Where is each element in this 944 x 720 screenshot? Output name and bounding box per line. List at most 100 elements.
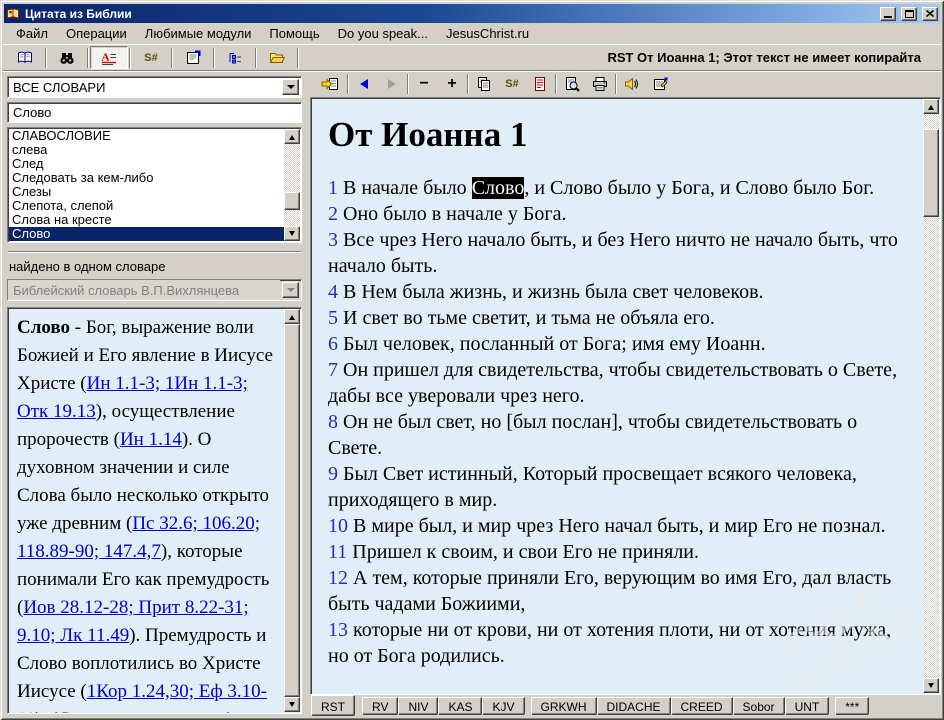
commentary-button[interactable] <box>526 73 554 96</box>
scroll-down-button[interactable] <box>284 697 300 712</box>
print-button[interactable] <box>586 73 614 96</box>
dictionary-a-icon: A <box>101 50 117 66</box>
toolbar-separator <box>213 48 215 68</box>
verse-5: 5 И свет во тьме светит, и тьма не объял… <box>328 305 909 331</box>
tab-didache[interactable]: DIDACHE <box>597 697 671 715</box>
maximize-button[interactable] <box>901 7 917 21</box>
word-list-item[interactable]: слева <box>9 143 284 157</box>
minimize-button[interactable] <box>880 7 896 21</box>
word-list-scrollbar[interactable] <box>284 129 300 241</box>
plus-icon: + <box>447 76 456 92</box>
bible-scrollbar[interactable] <box>923 99 939 693</box>
tab-rv[interactable]: RV <box>362 697 398 715</box>
word-list-item[interactable]: Слезы <box>9 185 284 199</box>
increase-font-button[interactable]: + <box>438 73 466 96</box>
window-title: Цитата из Библии <box>23 7 875 21</box>
menu-item-1[interactable]: Файл <box>7 24 57 44</box>
open-module-button[interactable] <box>258 46 296 69</box>
word-list-box: СЛАВОСЛОВИЕслеваСледСледовать за кем-либ… <box>7 127 302 243</box>
decrease-font-button[interactable]: − <box>410 73 438 96</box>
verse-4: 4 В Нем была жизнь, и жизнь была свет че… <box>328 279 909 305</box>
bible-panel: − + S# <box>310 71 941 717</box>
source-dictionary-select[interactable]: Библейский словарь В.П.Вихлянцева <box>7 279 302 301</box>
menu-item-4[interactable]: Помощь <box>260 24 328 44</box>
word-list-item[interactable]: СЛАВОСЛОВИЕ <box>9 129 284 143</box>
scroll-down-button[interactable] <box>284 226 300 241</box>
word-list-item[interactable]: Слово <box>9 227 284 241</box>
print-preview-button[interactable] <box>558 73 586 96</box>
tab-creed[interactable]: CREED <box>671 697 733 715</box>
app-window: Цитата из Библии ФайлОперацииЛюбимые мод… <box>0 0 944 720</box>
properties-button[interactable] <box>646 73 674 96</box>
symphony-button[interactable] <box>174 46 212 69</box>
copy-pages-icon <box>476 76 492 92</box>
verse-7: 7 Он пришел для свидетельства, чтобы сви… <box>328 357 909 409</box>
strong-numbers-button[interactable]: S# <box>132 46 170 69</box>
dictionary-select-dropdown-button[interactable] <box>282 79 299 95</box>
strong-numbers-toggle-button[interactable]: S# <box>498 73 526 96</box>
word-search-input[interactable] <box>8 103 301 122</box>
toolbar-separator <box>407 74 409 94</box>
scroll-down-button[interactable] <box>923 678 939 693</box>
source-dictionary-dropdown-button[interactable] <box>282 282 299 298</box>
article-scrollbar[interactable] <box>284 309 300 712</box>
menu-item-5[interactable]: Do you speak... <box>329 24 437 44</box>
tab-grkwh[interactable]: GRKWH <box>531 697 597 715</box>
chevron-down-icon <box>287 288 295 296</box>
article-reference-link[interactable]: Ин 1.14 <box>120 429 182 450</box>
found-in-dictionaries-label: найдено в одном словаре <box>9 259 302 274</box>
scroll-up-button[interactable] <box>284 129 300 144</box>
word-list-item[interactable]: След <box>9 157 284 171</box>
verse-9: 9 Был Свет истинный, Который просвещает … <box>328 461 909 513</box>
close-button[interactable] <box>922 7 938 21</box>
search-button[interactable] <box>48 46 86 69</box>
menu-item-2[interactable]: Операции <box>57 24 136 44</box>
verse-12: 12 А тем, которые приняли Его, верующим … <box>328 565 909 617</box>
chapter-title: От Иоанна 1 <box>328 115 909 155</box>
goto-reference-button[interactable] <box>314 73 346 96</box>
dictionary-button[interactable]: A <box>90 46 128 69</box>
verse-number: 11 <box>328 541 347 563</box>
reference-status-text: RST От Иоанна 1; Этот текст не имеет коп… <box>300 45 941 70</box>
tab-unt[interactable]: UNT <box>785 697 830 715</box>
verse-number: 4 <box>328 281 338 303</box>
menu-item-3[interactable]: Любимые модули <box>136 24 261 44</box>
scroll-up-button[interactable] <box>923 99 939 114</box>
separator-line <box>8 251 301 253</box>
scrollbar-thumb[interactable] <box>284 324 300 697</box>
arrow-up-icon <box>928 102 934 110</box>
verse-number: 3 <box>328 229 338 251</box>
word-list: СЛАВОСЛОВИЕслеваСледСледовать за кем-либ… <box>9 129 284 241</box>
dictionary-select[interactable]: ВСЕ СЛОВАРИ <box>7 76 302 98</box>
word-list-item[interactable]: Слепота, слепой <box>9 199 284 213</box>
bible-toolbar: − + S# <box>310 71 941 97</box>
scroll-up-button[interactable] <box>284 309 300 324</box>
toolbar-separator <box>87 48 89 68</box>
scrollbar-thumb[interactable] <box>923 129 939 217</box>
back-button[interactable] <box>350 73 378 96</box>
tab-kjv[interactable]: KJV <box>482 697 524 715</box>
word-list-item[interactable]: Слова на кресте <box>9 213 284 227</box>
word-list-item[interactable]: Следовать за кем-либо <box>9 171 284 185</box>
minimize-icon <box>884 16 892 18</box>
printer-icon <box>592 76 608 92</box>
toolbar-separator <box>555 74 557 94</box>
tab-kas[interactable]: KAS <box>438 697 482 715</box>
bible-window-button[interactable] <box>6 46 44 69</box>
title-bar[interactable]: Цитата из Библии <box>4 4 940 23</box>
menu-bar: ФайлОперацииЛюбимые модулиПомощьDo you s… <box>3 24 941 45</box>
forward-button[interactable] <box>378 73 406 96</box>
tab-sobor[interactable]: Sobor <box>733 697 785 715</box>
menu-item-6[interactable]: JesusChrist.ru <box>437 24 538 44</box>
arrow-down-icon <box>928 683 934 691</box>
tab-niv[interactable]: NIV <box>398 697 438 715</box>
tab-stars[interactable]: *** <box>835 697 869 715</box>
document-form-icon <box>185 50 201 66</box>
copy-button[interactable] <box>470 73 498 96</box>
speech-button[interactable] <box>618 73 646 96</box>
toolbar-separator <box>171 48 173 68</box>
scrollbar-thumb[interactable] <box>284 192 300 210</box>
reading-plan-button[interactable] <box>216 46 254 69</box>
tab-rst[interactable]: RST <box>311 695 355 716</box>
binoculars-icon <box>59 50 75 66</box>
